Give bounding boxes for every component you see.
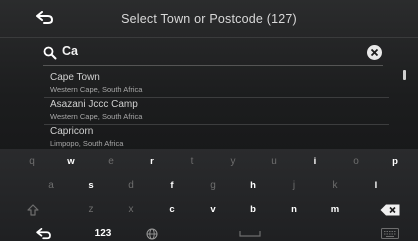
keyboard-row-2: a s d f g h j k l bbox=[0, 175, 418, 196]
key-f[interactable]: f bbox=[153, 175, 191, 196]
keyboard-row-4: 123 bbox=[0, 223, 418, 241]
back-arrow-icon bbox=[36, 11, 54, 24]
key-u[interactable]: u bbox=[255, 151, 293, 172]
key-q[interactable]: q bbox=[13, 151, 51, 172]
key-t[interactable]: t bbox=[173, 151, 211, 172]
key-r[interactable]: r bbox=[133, 151, 171, 172]
space-key[interactable] bbox=[170, 223, 330, 241]
key-l[interactable]: l bbox=[357, 175, 395, 196]
shift-key[interactable] bbox=[14, 199, 52, 220]
key-n[interactable]: n bbox=[275, 199, 313, 220]
clear-search-button[interactable] bbox=[367, 45, 382, 60]
key-g[interactable]: g bbox=[194, 175, 232, 196]
search-icon bbox=[43, 46, 57, 60]
search-input[interactable]: Ca bbox=[62, 44, 78, 58]
keyboard-icon bbox=[381, 228, 399, 239]
back-button[interactable] bbox=[34, 8, 56, 28]
scrollbar[interactable] bbox=[403, 70, 406, 80]
key-p[interactable]: p bbox=[376, 151, 414, 172]
language-key[interactable] bbox=[133, 223, 171, 241]
space-icon bbox=[239, 230, 261, 237]
result-item[interactable]: Capricorn Limpopo, South Africa bbox=[44, 125, 389, 151]
key-o[interactable]: o bbox=[337, 151, 375, 172]
key-v[interactable]: v bbox=[194, 199, 232, 220]
key-m[interactable]: m bbox=[316, 199, 354, 220]
result-region: Western Cape, South Africa bbox=[50, 85, 143, 94]
header: Select Town or Postcode (127) bbox=[0, 0, 418, 37]
keyboard-row-3: z x c v b n m bbox=[0, 199, 418, 220]
result-name: Asazani Jccc Camp bbox=[50, 99, 138, 110]
keyboard-back-button[interactable] bbox=[25, 223, 63, 241]
key-y[interactable]: y bbox=[214, 151, 252, 172]
result-region: Western Cape, South Africa bbox=[50, 112, 143, 121]
backspace-icon bbox=[380, 204, 400, 215]
search-underline bbox=[43, 65, 383, 66]
key-i[interactable]: i bbox=[296, 151, 334, 172]
globe-icon bbox=[146, 228, 158, 239]
key-d[interactable]: d bbox=[112, 175, 150, 196]
search-field[interactable]: Ca bbox=[43, 42, 383, 64]
key-w[interactable]: w bbox=[52, 151, 90, 172]
result-item[interactable]: Cape Town Western Cape, South Africa bbox=[44, 71, 389, 98]
results-list: Cape Town Western Cape, South Africa Asa… bbox=[44, 71, 389, 151]
keyboard-hide-key[interactable] bbox=[370, 223, 410, 241]
keyboard-row-1: q w e r t y u i o p bbox=[0, 151, 418, 172]
shift-icon bbox=[27, 203, 39, 216]
key-k[interactable]: k bbox=[316, 175, 354, 196]
key-s[interactable]: s bbox=[72, 175, 110, 196]
close-icon bbox=[370, 48, 379, 57]
result-item[interactable]: Asazani Jccc Camp Western Cape, South Af… bbox=[44, 98, 389, 125]
result-name: Cape Town bbox=[50, 72, 100, 83]
key-e[interactable]: e bbox=[92, 151, 130, 172]
page-title: Select Town or Postcode (127) bbox=[121, 11, 297, 26]
key-c[interactable]: c bbox=[153, 199, 191, 220]
header-divider bbox=[0, 37, 418, 38]
result-name: Capricorn bbox=[50, 126, 94, 137]
key-x[interactable]: x bbox=[112, 199, 150, 220]
back-arrow-icon bbox=[36, 227, 51, 239]
key-z[interactable]: z bbox=[72, 199, 110, 220]
numbers-key[interactable]: 123 bbox=[84, 223, 122, 241]
on-screen-keyboard: q w e r t y u i o p a s d f g h j k l z … bbox=[0, 149, 418, 241]
town-search-screen: Select Town or Postcode (127) Ca Cape To… bbox=[0, 0, 418, 241]
key-h[interactable]: h bbox=[234, 175, 272, 196]
key-b[interactable]: b bbox=[234, 199, 272, 220]
result-region: Limpopo, South Africa bbox=[50, 139, 124, 148]
key-j[interactable]: j bbox=[275, 175, 313, 196]
backspace-key[interactable] bbox=[370, 199, 410, 220]
key-a[interactable]: a bbox=[32, 175, 70, 196]
